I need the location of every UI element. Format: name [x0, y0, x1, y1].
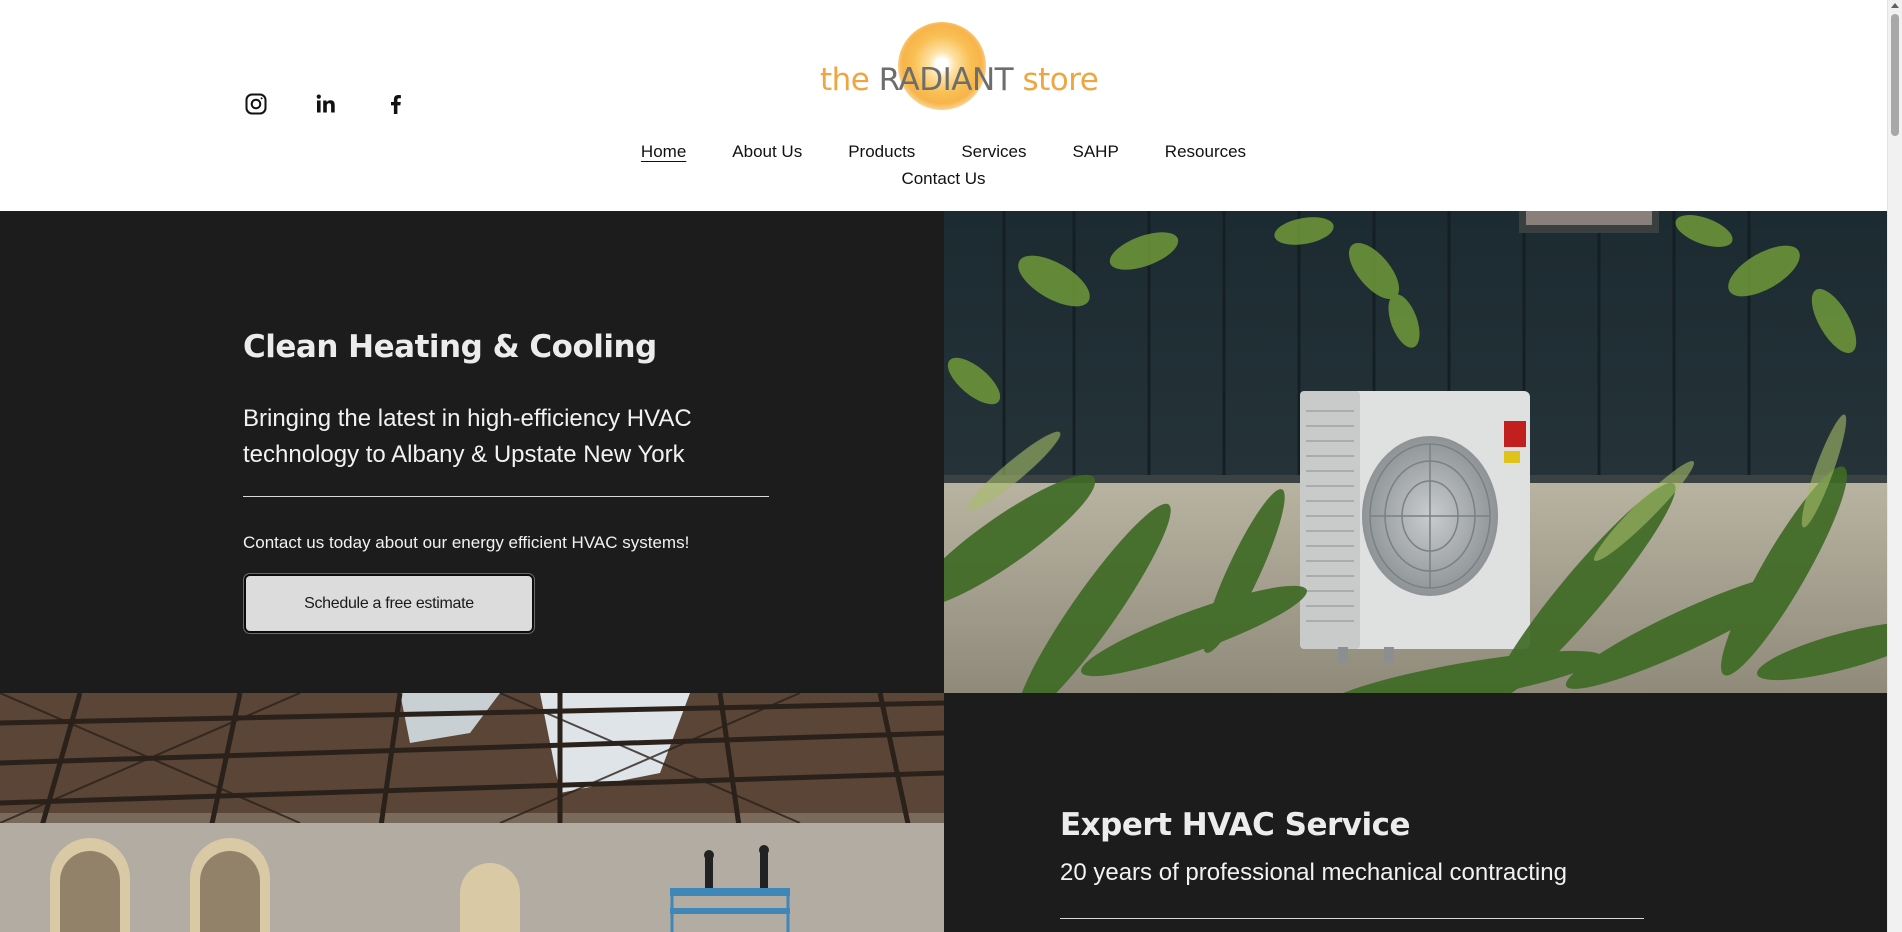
linkedin-link[interactable] — [314, 92, 338, 116]
nav-home[interactable]: Home — [641, 139, 686, 165]
nav-sahp[interactable]: SAHP — [1073, 139, 1119, 165]
scrollbar-thumb[interactable] — [1891, 14, 1899, 136]
facebook-icon — [391, 95, 401, 114]
linkedin-icon — [316, 94, 335, 113]
hero-divider — [243, 496, 769, 497]
nav-contact-us[interactable]: Contact Us — [901, 166, 985, 192]
service-divider — [1060, 918, 1644, 919]
logo-word-radiant: RADIANT — [878, 62, 1014, 98]
page: the RADIANT store Home About Us Products… — [0, 0, 1902, 932]
logo-word-store: store — [1022, 62, 1099, 98]
hero-title: Clean Heating & Cooling — [243, 329, 657, 365]
hero-cta-text: Contact us today about our energy effici… — [243, 533, 690, 552]
hero-section: Clean Heating & Cooling Bringing the lat… — [0, 211, 944, 693]
service-title: Expert HVAC Service — [1060, 807, 1411, 843]
service-subtitle: 20 years of professional mechanical cont… — [1060, 859, 1567, 886]
schedule-estimate-button[interactable]: Schedule a free estimate — [244, 574, 534, 633]
service-image-warehouse — [0, 693, 944, 932]
hero-image-heat-pump — [944, 211, 1887, 693]
site-header: the RADIANT store Home About Us Products… — [0, 0, 1887, 211]
hero-subtitle: Bringing the latest in high-efficiency H… — [243, 405, 692, 468]
logo-word-the: the — [820, 62, 870, 98]
page-scrollbar[interactable] — [1887, 0, 1902, 932]
nav-resources[interactable]: Resources — [1165, 139, 1246, 165]
instagram-link[interactable] — [244, 92, 268, 116]
service-section: Expert HVAC Service 20 years of professi… — [944, 693, 1887, 932]
nav-products[interactable]: Products — [848, 139, 915, 165]
instagram-icon — [245, 93, 267, 115]
nav-services[interactable]: Services — [961, 139, 1026, 165]
logo-wordmark: the RADIANT store — [820, 62, 1099, 98]
site-logo[interactable]: the RADIANT store — [820, 20, 1099, 112]
nav-about-us[interactable]: About Us — [732, 139, 802, 165]
main-nav: Home About Us Products Services SAHP Res… — [0, 139, 1887, 192]
facebook-link[interactable] — [384, 92, 408, 116]
social-links — [244, 92, 408, 116]
scroll-up-arrow-icon[interactable] — [1891, 3, 1899, 8]
